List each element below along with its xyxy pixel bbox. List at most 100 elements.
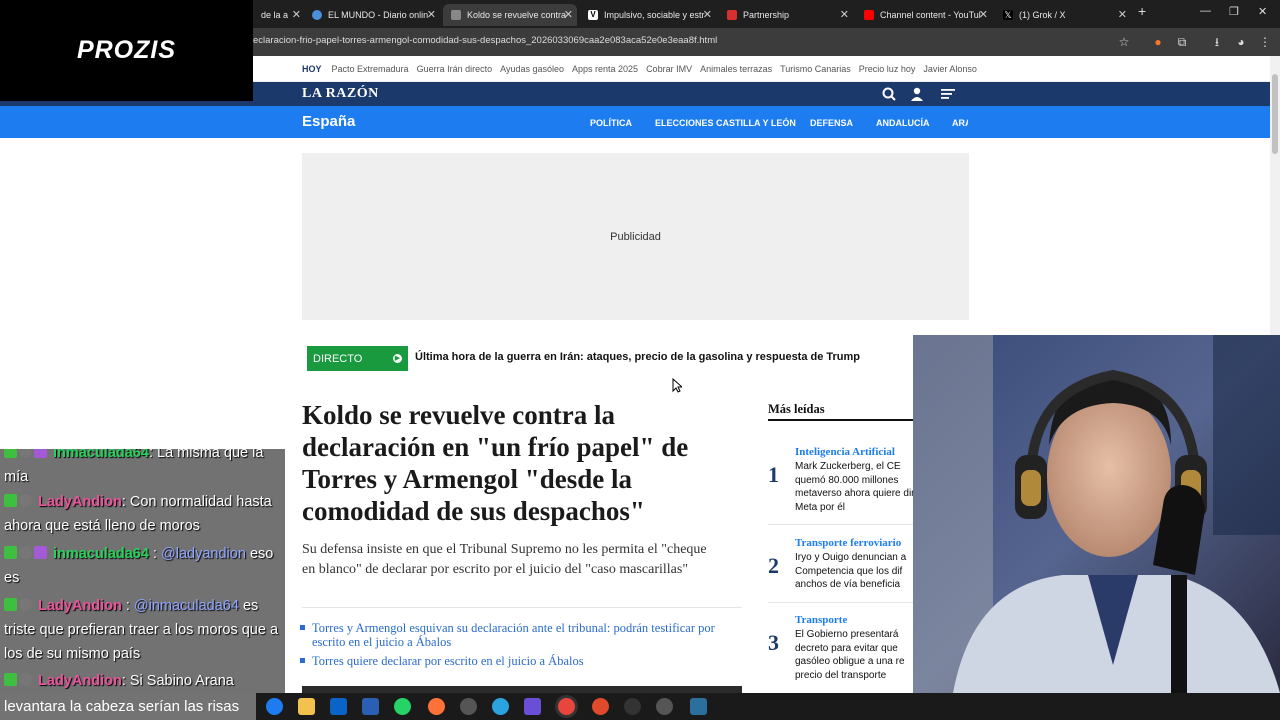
section-title[interactable]: España: [302, 113, 355, 130]
brave-icon[interactable]: [592, 698, 609, 715]
related-link[interactable]: Torres y Armengol esquivan su declaració…: [300, 621, 732, 649]
outlook-icon[interactable]: [330, 698, 347, 715]
telegram-icon[interactable]: [492, 698, 509, 715]
most-read-category[interactable]: Inteligencia Artificial: [795, 446, 895, 458]
ad-placeholder: Publicidad: [302, 153, 969, 320]
live-badge[interactable]: DIRECTO ▶: [307, 346, 408, 371]
rank-number: 3: [768, 630, 779, 655]
trending-link[interactable]: Cobrar IMV: [646, 64, 692, 74]
mod-badge-icon: [4, 673, 17, 686]
folder-icon[interactable]: [298, 698, 315, 715]
nav-item-aragon[interactable]: ARA: [952, 118, 968, 128]
nav-item-politica[interactable]: POLÍTICA: [590, 118, 632, 128]
close-icon[interactable]: ✕: [979, 8, 988, 21]
app-icon[interactable]: [656, 698, 673, 715]
new-tab-button[interactable]: +: [1138, 3, 1146, 19]
related-link[interactable]: Torres quiere declarar por escrito en el…: [300, 654, 732, 668]
chat-username: LadyAndion: [38, 494, 122, 510]
divider: [768, 602, 918, 603]
stream-chat: inmaculada64: La misma que la mía LadyAn…: [0, 449, 285, 693]
search-icon[interactable]: [882, 87, 896, 101]
firefox-icon[interactable]: [428, 698, 445, 715]
article-subtitle: Su defensa insiste en que el Tribunal Su…: [302, 542, 707, 577]
close-window-button[interactable]: ✕: [1258, 5, 1267, 18]
related-link-text[interactable]: Torres y Armengol esquivan su declaració…: [312, 621, 715, 649]
trending-link[interactable]: Pacto Extremadura: [332, 64, 409, 74]
trending-link[interactable]: Turismo Canarias: [780, 64, 851, 74]
close-icon[interactable]: ✕: [564, 8, 573, 21]
browser-tab[interactable]: de la a ✕: [253, 4, 305, 26]
youtube-icon: [864, 10, 874, 20]
most-read-headline[interactable]: Mark Zuckerberg, el CE quemó 80.000 mill…: [795, 460, 925, 514]
nav-item-defensa[interactable]: DEFENSA: [810, 118, 853, 128]
trending-link[interactable]: Apps renta 2025: [572, 64, 638, 74]
arrow-right-icon: ▶: [393, 354, 402, 363]
menu-icon[interactable]: ⋮: [1257, 34, 1273, 50]
obs-icon[interactable]: [460, 698, 477, 715]
most-read-item[interactable]: 3 Transporte El Gobierno presentará decr…: [768, 614, 918, 684]
close-icon[interactable]: ✕: [840, 8, 849, 21]
related-link-text[interactable]: Torres quiere declarar por escrito en el…: [312, 654, 584, 668]
taskbar: [256, 693, 1280, 720]
close-icon[interactable]: ✕: [427, 8, 436, 21]
user-icon[interactable]: [910, 87, 924, 101]
trending-link[interactable]: Precio luz hoy: [859, 64, 916, 74]
terminal-icon[interactable]: [690, 698, 707, 715]
url-field[interactable]: eclaracion-frio-papel-torres-armengol-co…: [253, 35, 717, 46]
most-read-headline[interactable]: El Gobierno presentará decreto para evit…: [795, 628, 925, 682]
mouse-cursor-icon: [672, 378, 682, 393]
trending-link[interactable]: Javier Alonso: [923, 64, 977, 74]
trending-link[interactable]: Ayudas gasóleo: [500, 64, 564, 74]
extension-icon[interactable]: ●: [1150, 34, 1166, 50]
star-icon[interactable]: ☆: [1116, 34, 1132, 50]
edge-icon[interactable]: [266, 698, 283, 715]
most-read-item[interactable]: 2 Transporte ferroviario Iryo y Ouigo de…: [768, 537, 918, 607]
chat-text: : Si Sabino Arana: [121, 673, 234, 689]
browser-tab-active[interactable]: Koldo se revuelve contra ✕: [443, 4, 577, 26]
browser-tab[interactable]: Partnership ✕: [719, 4, 853, 26]
tab-title: Channel content - YouTul: [880, 10, 981, 20]
chat-text: :: [121, 598, 130, 614]
nav-item-andalucia[interactable]: ANDALUCÍA: [876, 118, 930, 128]
nav-item-elecciones[interactable]: ELECCIONES CASTILLA Y LEÓN: [655, 118, 796, 128]
most-read-category[interactable]: Transporte: [795, 614, 847, 626]
vice-icon: V: [588, 10, 598, 20]
chrome-icon[interactable]: [558, 698, 575, 715]
whatsapp-icon[interactable]: [394, 698, 411, 715]
restore-button[interactable]: ❐: [1229, 5, 1239, 18]
verified-badge-icon: [19, 598, 32, 611]
avatar[interactable]: ◕: [1233, 34, 1249, 50]
chat-mention: @inmaculada64: [133, 598, 239, 614]
close-icon[interactable]: ✕: [1118, 8, 1127, 21]
section-nav: España POLÍTICA ELECCIONES CASTILLA Y LE…: [0, 106, 1270, 138]
bullet-icon: [300, 658, 305, 663]
most-read-item[interactable]: 1 Inteligencia Artificial Mark Zuckerber…: [768, 446, 925, 525]
most-read-headline[interactable]: Iryo y Ouigo denuncian a Competencia que…: [795, 551, 925, 592]
browser-tab[interactable]: V Impulsivo, sociable y estr ✕: [580, 4, 716, 26]
live-headline[interactable]: Última hora de la guerra en Irán: ataque…: [415, 351, 860, 363]
chat-mention: @ladyandion: [161, 546, 246, 562]
minimize-button[interactable]: —: [1200, 5, 1211, 17]
browser-tab[interactable]: Channel content - YouTul ✕: [856, 4, 992, 26]
rank-number: 1: [768, 462, 779, 487]
app-icon[interactable]: [624, 698, 641, 715]
sub-badge-icon: [34, 449, 47, 458]
browser-tab[interactable]: 𝕏 (1) Grok / X ✕: [995, 4, 1131, 26]
most-read-category[interactable]: Transporte ferroviario: [795, 537, 901, 549]
close-icon[interactable]: ✕: [703, 8, 712, 21]
puzzle-icon[interactable]: ⧉: [1174, 34, 1190, 50]
app-icon[interactable]: [524, 698, 541, 715]
word-icon[interactable]: [362, 698, 379, 715]
article-headline: Koldo se revuelve contra la declaración …: [302, 400, 689, 526]
scrollbar-thumb[interactable]: [1272, 74, 1278, 154]
verified-badge-icon: [19, 673, 32, 686]
rank-number: 2: [768, 553, 779, 578]
hamburger-menu-icon[interactable]: [941, 88, 955, 100]
close-icon[interactable]: ✕: [292, 8, 301, 21]
trending-link[interactable]: Guerra Irán directo: [417, 64, 493, 74]
trending-link[interactable]: Animales terrazas: [700, 64, 772, 74]
verified-badge-icon: [19, 494, 32, 507]
download-icon[interactable]: ⭳: [1209, 34, 1225, 50]
browser-tab[interactable]: EL MUNDO - Diario onlin ✕: [304, 4, 440, 26]
site-logo[interactable]: LA RAZÓN: [302, 86, 379, 102]
